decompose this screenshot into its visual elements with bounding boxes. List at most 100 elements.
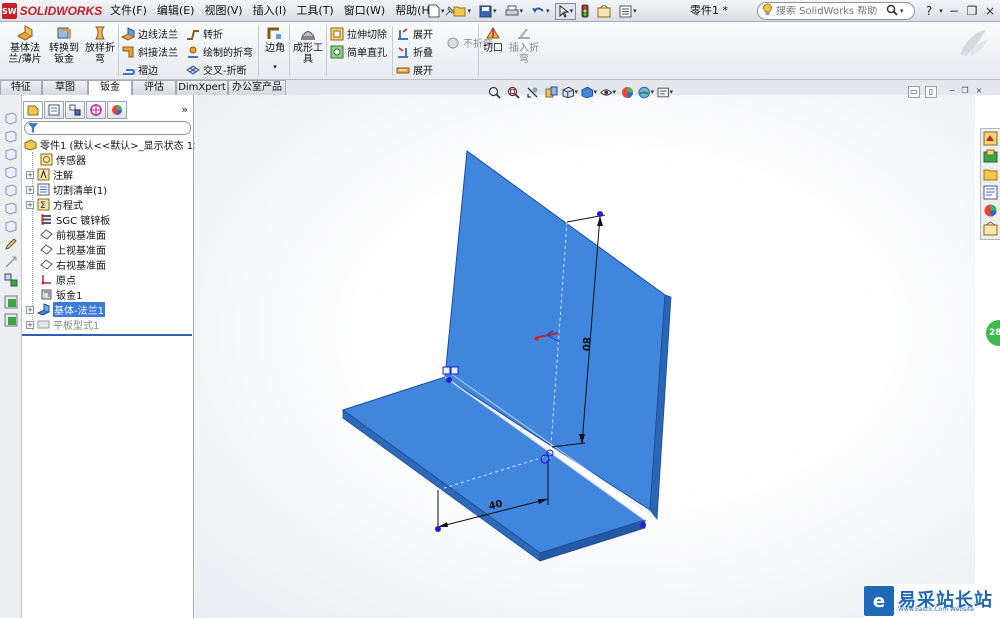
jog-button[interactable]: 转折 (186, 25, 223, 42)
tab-display-manager[interactable] (107, 101, 127, 119)
miter-flange-button[interactable]: 斜接法兰 (121, 43, 178, 60)
graphics-area[interactable]: 80 40 ▾ ▾ ▾ ▾ ▾ ▭ ▯ − ❐ × (195, 86, 982, 618)
feature-tree-filter[interactable] (24, 121, 191, 135)
appearances-icon[interactable] (983, 203, 998, 218)
tab-sheet-metal[interactable]: 钣金 (88, 80, 132, 96)
forming-tool-button[interactable]: 成形工 具 (292, 24, 324, 65)
expand-icon[interactable]: + (26, 305, 34, 314)
tree-item[interactable]: SGC 镀锌板 (40, 212, 110, 227)
tab-features[interactable]: 特征 (0, 80, 42, 95)
smart-dimension-icon[interactable] (4, 255, 18, 269)
custom-properties-icon[interactable] (983, 221, 998, 236)
doc-restore-button[interactable]: ❐ (959, 86, 971, 98)
insert-bends-button[interactable]: 插入折 弯 (507, 24, 541, 65)
view-cube-icon[interactable] (4, 111, 18, 125)
sketch-point[interactable] (640, 522, 646, 528)
tree-item[interactable]: + 注解 (26, 167, 73, 182)
view-cube-icon[interactable] (4, 183, 18, 197)
view-orientation-button[interactable]: ▾ (562, 84, 578, 100)
sketch-point[interactable] (446, 377, 452, 383)
menu-tools[interactable]: 工具(T) (291, 0, 338, 22)
sketch-point[interactable] (435, 526, 441, 532)
hide-show-items-button[interactable]: ▾ (600, 84, 616, 100)
view-cube-icon[interactable] (4, 219, 18, 233)
dimension-80-label[interactable]: 80 (579, 337, 591, 352)
menu-view[interactable]: 视图(V) (199, 0, 247, 22)
apply-scene-button[interactable]: ▾ (638, 84, 654, 100)
flatten-button[interactable]: 展开 (396, 61, 433, 78)
sheet-metal-model[interactable]: 80 40 (195, 95, 975, 618)
file-explorer-icon[interactable] (983, 167, 998, 182)
tile-vertical-icon[interactable]: ▯ (925, 86, 937, 98)
zoom-to-area-button[interactable] (505, 84, 521, 100)
hem-button[interactable]: 褶边 (121, 61, 158, 78)
sketch-point[interactable] (597, 211, 603, 217)
expand-icon[interactable]: + (26, 185, 34, 194)
more-tabs-icon[interactable]: » (181, 103, 188, 116)
unfold-button[interactable]: 展开 (396, 25, 433, 42)
tab-feature-tree[interactable] (23, 101, 43, 119)
view-palette-icon[interactable] (983, 185, 998, 200)
layer-green-icon[interactable] (4, 295, 18, 309)
view-settings-button[interactable]: ▾ (657, 84, 673, 100)
tree-item[interactable]: + 切割清单(1) (26, 182, 107, 197)
menu-edit[interactable]: 编辑(E) (152, 0, 200, 22)
save-button[interactable]: ▾ (476, 3, 500, 20)
tab-configuration-manager[interactable] (65, 101, 85, 119)
tab-property-manager[interactable] (44, 101, 64, 119)
edit-appearance-button[interactable] (619, 84, 635, 100)
restore-button[interactable]: ❐ (964, 0, 980, 22)
sketched-bend-button[interactable]: 绘制的折弯 (186, 43, 253, 60)
zoom-to-fit-button[interactable] (486, 84, 502, 100)
simple-hole-button[interactable]: 简单直孔 (330, 43, 387, 60)
tree-item[interactable]: 原点 (40, 272, 76, 287)
close-button[interactable]: × (982, 0, 998, 22)
tab-dimxpert-manager[interactable] (86, 101, 106, 119)
menu-window[interactable]: 窗口(W) (339, 0, 390, 22)
cross-break-button[interactable]: 交叉-折断 (186, 61, 247, 78)
view-cube-icon[interactable] (4, 165, 18, 179)
search-input[interactable] (776, 5, 886, 17)
view-cube-icon[interactable] (4, 129, 18, 143)
tree-item[interactable]: + 平板型式1 (26, 317, 99, 332)
layer-green-icon[interactable] (4, 313, 18, 327)
base-flange-button[interactable]: 基体法 兰/薄片 (6, 24, 44, 65)
relations-icon[interactable] (4, 273, 18, 287)
select-button[interactable]: ▾ (554, 2, 577, 20)
tree-item[interactable]: 上视基准面 (40, 242, 106, 257)
view-cube-icon[interactable] (4, 147, 18, 161)
tile-horizontal-icon[interactable]: ▭ (908, 86, 920, 98)
options-button[interactable]: ▾ (616, 3, 640, 20)
previous-view-button[interactable] (524, 84, 540, 100)
solidworks-logo[interactable]: SW SOLIDWORKS (2, 2, 102, 20)
tab-evaluate[interactable]: 评估 (132, 80, 176, 95)
menu-insert[interactable]: 插入(I) (248, 0, 292, 22)
notification-badge[interactable]: 28 (986, 320, 1000, 346)
file-properties-button[interactable] (594, 3, 614, 20)
print-button[interactable]: ▾ (502, 3, 527, 20)
tab-dimxpert[interactable]: DimXpert (176, 80, 228, 95)
tree-item[interactable]: 传感器 (40, 152, 86, 167)
expand-icon[interactable]: + (26, 200, 34, 209)
corners-button[interactable]: 边角 ▾ (262, 24, 288, 73)
convert-to-sheet-metal-button[interactable]: 转换到 钣金 (46, 24, 82, 65)
expand-icon[interactable]: + (26, 170, 34, 179)
new-document-button[interactable]: ▾ (425, 3, 448, 20)
undo-button[interactable]: ▾ (528, 3, 553, 20)
section-view-button[interactable] (543, 84, 559, 100)
tab-office-products[interactable]: 办公室产品 (228, 80, 286, 95)
extruded-cut-button[interactable]: 拉伸切除 (330, 25, 387, 42)
design-library-icon[interactable] (983, 149, 998, 164)
doc-minimize-button[interactable]: − (946, 86, 958, 98)
solidworks-resources-icon[interactable] (983, 131, 998, 146)
rollback-bar[interactable] (22, 334, 192, 336)
expand-icon[interactable]: + (26, 320, 34, 329)
minimize-button[interactable]: − (946, 0, 962, 22)
sketch-pencil-icon[interactable] (4, 237, 18, 251)
doc-close-button[interactable]: × (973, 86, 985, 98)
tree-item[interactable]: 钣金1 (40, 287, 82, 302)
tree-item[interactable]: 前视基准面 (40, 227, 106, 242)
search-icon[interactable] (886, 4, 898, 19)
corners-dropdown-icon[interactable]: ▾ (262, 62, 288, 73)
rebuild-button[interactable] (578, 3, 592, 20)
